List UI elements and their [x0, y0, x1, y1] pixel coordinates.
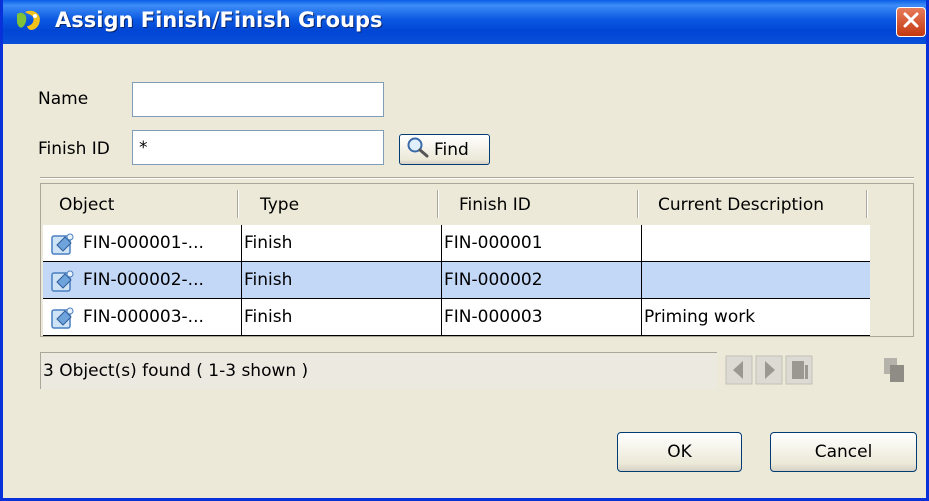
previous-page-icon — [725, 355, 753, 390]
column-header-finish-id[interactable]: Finish ID — [459, 184, 531, 225]
cell-type: Finish — [241, 299, 441, 336]
finish-id-input[interactable] — [132, 130, 384, 165]
column-divider[interactable] — [866, 190, 868, 218]
column-divider[interactable] — [637, 190, 639, 218]
cell-finish-id: FIN-000002 — [441, 262, 641, 299]
column-header-current-description[interactable]: Current Description — [658, 184, 824, 225]
status-bar: 3 Object(s) found ( 1-3 shown ) — [40, 352, 717, 389]
results-table: Object Type Finish ID Current Descriptio… — [40, 183, 914, 337]
table-row[interactable]: FIN-000001-... Finish FIN-000001 — [43, 225, 870, 262]
window-title: Assign Finish/Finish Groups — [55, 8, 383, 32]
name-input[interactable] — [132, 82, 384, 117]
column-header-type[interactable]: Type — [260, 184, 299, 225]
next-page-button[interactable] — [754, 355, 784, 390]
ok-button[interactable]: OK — [617, 432, 742, 472]
find-button[interactable]: Find — [399, 134, 490, 165]
close-button[interactable] — [896, 7, 926, 37]
cell-description — [641, 225, 870, 262]
status-text: 3 Object(s) found ( 1-3 shown ) — [43, 361, 309, 381]
app-logo-icon — [15, 8, 45, 36]
magnifier-icon — [406, 136, 430, 163]
cell-type: Finish — [241, 225, 441, 262]
column-divider[interactable] — [437, 190, 439, 218]
cell-object: FIN-000001-... — [43, 225, 241, 262]
list-button[interactable] — [784, 355, 814, 390]
next-page-icon — [755, 355, 783, 390]
copy-button[interactable] — [879, 356, 909, 389]
table-row-selected[interactable]: FIN-000002-... Finish FIN-000002 — [43, 262, 870, 299]
cell-description — [641, 262, 870, 299]
column-divider[interactable] — [237, 190, 239, 218]
cell-finish-id: FIN-000001 — [441, 225, 641, 262]
column-header-object[interactable]: Object — [59, 184, 114, 225]
cancel-button[interactable]: Cancel — [770, 432, 917, 472]
assign-finish-dialog: Assign Finish/Finish Groups Name Finish … — [0, 0, 929, 501]
title-bar[interactable]: Assign Finish/Finish Groups — [3, 0, 926, 44]
cell-description: Priming work — [641, 299, 870, 336]
copy-icon — [880, 355, 908, 390]
name-label: Name — [38, 89, 89, 109]
close-icon — [903, 12, 919, 33]
table-row[interactable]: FIN-000003-... Finish FIN-000003 Priming… — [43, 299, 870, 336]
cell-finish-id: FIN-000003 — [441, 299, 641, 336]
previous-page-button[interactable] — [724, 355, 754, 390]
separator — [40, 177, 914, 179]
cell-type: Finish — [241, 262, 441, 299]
cell-object: FIN-000003-... — [43, 299, 241, 336]
finish-id-label: Finish ID — [38, 139, 110, 159]
find-label: Find — [434, 139, 469, 160]
list-icon — [785, 355, 813, 390]
cell-object: FIN-000002-... — [43, 262, 241, 299]
